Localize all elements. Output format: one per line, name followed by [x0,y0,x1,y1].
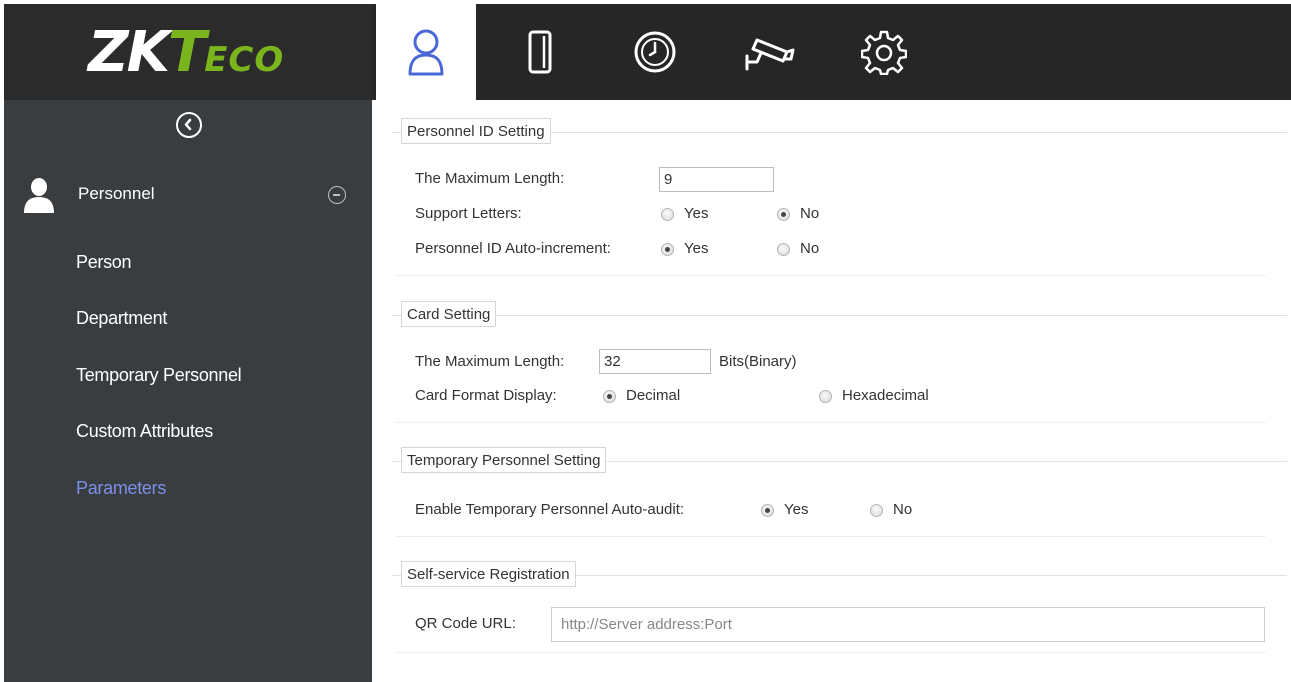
tab-access-control[interactable] [490,4,590,100]
sidebar-section-personnel[interactable]: Personnel [4,172,372,220]
divider [396,652,1266,653]
sidebar-item-department[interactable]: Department [76,308,167,329]
radio-label: Decimal [626,387,681,404]
sidebar-section-label: Personnel [78,184,155,203]
section-title: Temporary Personnel Setting [401,447,607,473]
support-letters-yes-radio[interactable] [661,208,674,221]
person-icon [24,178,54,213]
qr-code-url-label: QR Code URL: [415,615,516,632]
radio-label: No [800,205,820,222]
logo-area: ZKTECO [4,4,372,100]
radio-label: No [893,501,913,518]
sidebar-collapse-button[interactable] [176,112,202,138]
tab-personnel[interactable] [376,4,476,100]
minus-circle-icon[interactable] [328,186,346,204]
door-icon [528,30,552,74]
auto-increment-yes-radio[interactable] [661,243,674,256]
auto-audit-yes-radio[interactable] [761,504,774,517]
divider [396,422,1266,423]
settings-icon [861,30,907,75]
sidebar: ZKTECO Personnel Person Department Tempo… [4,4,372,682]
support-letters-no-radio[interactable] [777,208,790,221]
tab-video[interactable] [719,4,819,100]
auto-increment-no-radio[interactable] [777,243,790,256]
divider [396,536,1266,537]
radio-label: No [800,240,820,257]
app-frame: ZKTECO Personnel Person Department Tempo… [0,0,1291,682]
personnel-icon [408,29,444,76]
divider [396,275,1266,276]
zkteco-logo: ZKTECO [88,20,285,85]
radio-label: Yes [684,205,709,222]
auto-audit-label: Enable Temporary Personnel Auto-audit: [415,501,685,518]
camera-icon [745,38,795,71]
radio-label: Yes [784,501,809,518]
tab-attendance[interactable] [605,4,705,100]
support-letters-label: Support Letters: [415,205,522,222]
chevron-left-circle-icon [184,118,192,131]
card-format-label: Card Format Display: [415,387,557,404]
sidebar-item-custom-attributes[interactable]: Custom Attributes [76,421,213,442]
bits-binary-label: Bits(Binary) [719,353,797,370]
card-max-length-label: The Maximum Length: [415,353,565,370]
section-title: Self-service Registration [401,561,576,587]
max-length-label: The Maximum Length: [415,170,565,187]
radio-label: Hexadecimal [842,387,929,404]
clock-icon [634,31,676,73]
sidebar-item-parameters[interactable]: Parameters [76,478,166,499]
sidebar-item-person[interactable]: Person [76,252,132,273]
qr-code-url-input[interactable]: http://Server address:Port [551,607,1265,642]
tab-system[interactable] [834,4,934,100]
auto-increment-label: Personnel ID Auto-increment: [415,240,611,257]
parameters-panel: Personnel ID Setting The Maximum Length:… [376,100,1291,682]
personnel-id-max-length-input[interactable]: 9 [659,167,774,192]
section-title: Personnel ID Setting [401,118,551,144]
section-title: Card Setting [401,301,497,327]
card-format-hex-radio[interactable] [819,390,832,403]
sidebar-item-temporary-personnel[interactable]: Temporary Personnel [76,365,242,386]
radio-label: Yes [684,240,709,257]
auto-audit-no-radio[interactable] [870,504,883,517]
card-format-decimal-radio[interactable] [603,390,616,403]
top-navigation [372,4,1291,100]
card-max-length-input[interactable]: 32 [599,349,711,374]
